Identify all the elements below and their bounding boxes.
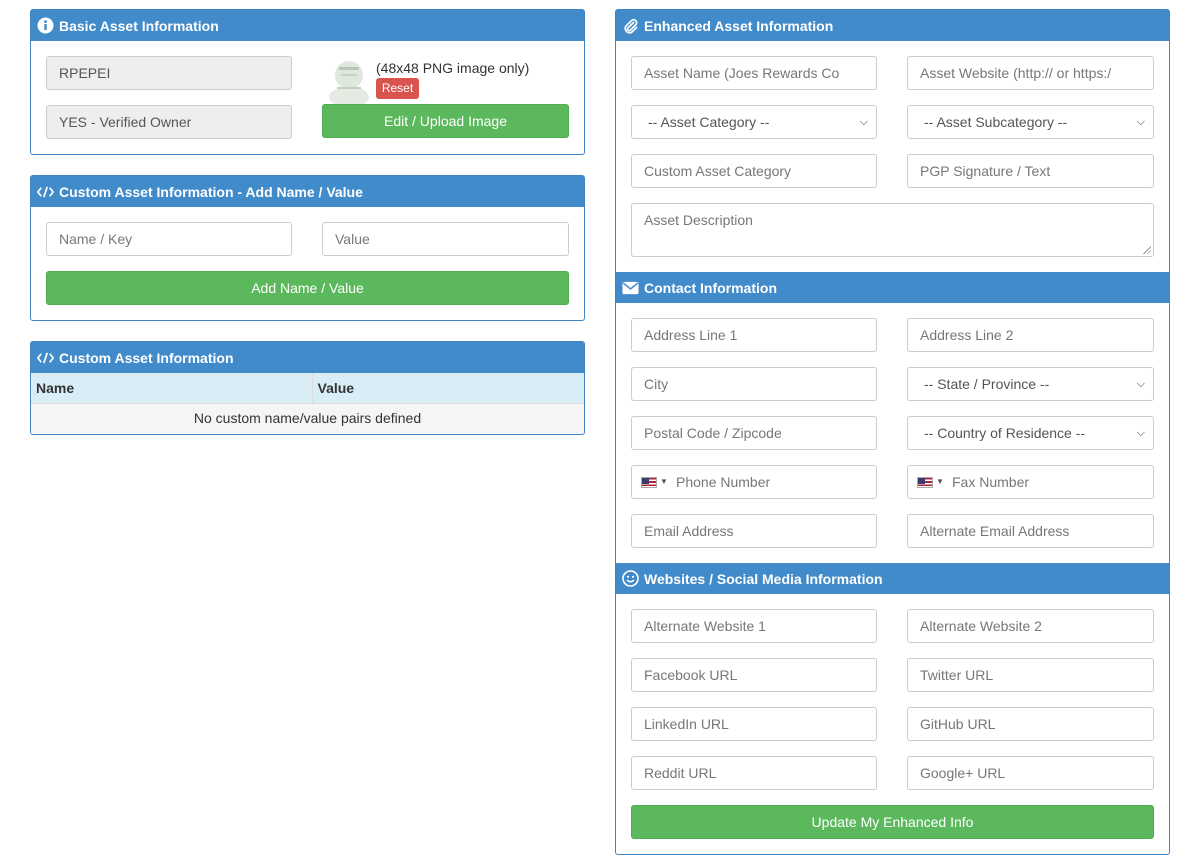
postal-code-input[interactable]: Postal Code / Zipcode (631, 416, 877, 450)
custom-add-panel: Custom Asset Information - Add Name / Va… (30, 175, 585, 321)
asset-description-textarea[interactable]: Asset Description (631, 203, 1154, 257)
reset-image-button[interactable]: Reset (376, 78, 419, 99)
envelope-icon (622, 279, 639, 296)
social-title: Websites / Social Media Information (644, 570, 883, 587)
chevron-down-icon: ⌵ (1136, 378, 1145, 390)
city-input[interactable]: City (631, 367, 877, 401)
custom-list-heading: Custom Asset Information (31, 342, 584, 373)
phone-placeholder: Phone Number (676, 474, 771, 490)
chevron-down-icon: ⌵ (1136, 116, 1145, 128)
googleplus-url-input[interactable]: Google+ URL (907, 756, 1154, 790)
basic-asset-panel: Basic Asset Information RPEPEI YES - Ver… (30, 9, 585, 155)
enhanced-asset-heading: Enhanced Asset Information (616, 10, 1169, 41)
reddit-url-input[interactable]: Reddit URL (631, 756, 877, 790)
address-line2-input[interactable]: Address Line 2 (907, 318, 1154, 352)
contact-title: Contact Information (644, 279, 777, 296)
asset-subcategory-value: -- Asset Subcategory -- (924, 114, 1068, 130)
info-icon (37, 17, 54, 34)
name-key-input[interactable]: Name / Key (46, 222, 292, 256)
column-header-name: Name (31, 373, 312, 404)
custom-list-title: Custom Asset Information (59, 349, 234, 366)
enhanced-asset-panel: Enhanced Asset Information Asset Name (J… (615, 9, 1170, 855)
asset-subcategory-select[interactable]: -- Asset Subcategory -- ⌵ (907, 105, 1154, 139)
custom-pairs-table: Name Value No custom name/value pairs de… (31, 373, 584, 433)
chevron-down-icon: ⌵ (859, 116, 868, 128)
update-enhanced-info-button[interactable]: Update My Enhanced Info (631, 805, 1154, 839)
verified-owner-field[interactable]: YES - Verified Owner (46, 105, 292, 139)
basic-asset-heading: Basic Asset Information (31, 10, 584, 41)
value-textarea[interactable]: Value (322, 222, 569, 256)
paperclip-icon (622, 17, 639, 34)
enhanced-asset-title: Enhanced Asset Information (644, 17, 834, 34)
pgp-signature-input[interactable]: PGP Signature / Text (907, 154, 1154, 188)
add-name-value-button[interactable]: Add Name / Value (46, 271, 569, 305)
fax-number-input[interactable]: ▼ Fax Number (907, 465, 1154, 499)
alt-website2-input[interactable]: Alternate Website 2 (907, 609, 1154, 643)
table-row: No custom name/value pairs defined (31, 403, 584, 433)
asset-code-field[interactable]: RPEPEI (46, 56, 292, 90)
asset-image (323, 57, 371, 107)
social-heading: Websites / Social Media Information (616, 563, 1169, 594)
contact-heading: Contact Information (616, 272, 1169, 303)
country-select[interactable]: -- Country of Residence -- ⌵ (907, 416, 1154, 450)
fax-placeholder: Fax Number (952, 474, 1030, 490)
address-line1-input[interactable]: Address Line 1 (631, 318, 877, 352)
smiley-icon (622, 570, 639, 587)
resize-handle-icon[interactable] (1143, 246, 1151, 254)
state-select[interactable]: -- State / Province -- ⌵ (907, 367, 1154, 401)
upload-image-button[interactable]: Edit / Upload Image (322, 104, 569, 138)
empty-message: No custom name/value pairs defined (31, 403, 584, 433)
asset-website-input[interactable]: Asset Website (http:// or https:/ (907, 56, 1154, 90)
table-header-row: Name Value (31, 373, 584, 404)
asset-name-input[interactable]: Asset Name (Joes Rewards Co (631, 56, 877, 90)
alt-email-input[interactable]: Alternate Email Address (907, 514, 1154, 548)
email-input[interactable]: Email Address (631, 514, 877, 548)
asset-category-value: -- Asset Category -- (648, 114, 770, 130)
country-select-value: -- Country of Residence -- (924, 425, 1086, 441)
github-url-input[interactable]: GitHub URL (907, 707, 1154, 741)
asset-description-placeholder: Asset Description (644, 212, 753, 228)
column-header-value: Value (311, 373, 584, 404)
alt-website1-input[interactable]: Alternate Website 1 (631, 609, 877, 643)
basic-asset-title: Basic Asset Information (59, 17, 219, 34)
us-flag-icon[interactable] (917, 477, 933, 488)
state-select-value: -- State / Province -- (924, 376, 1050, 392)
twitter-url-input[interactable]: Twitter URL (907, 658, 1154, 692)
caret-down-icon[interactable]: ▼ (936, 466, 944, 498)
chevron-down-icon: ⌵ (1136, 427, 1145, 439)
code-icon (37, 183, 54, 200)
custom-category-input[interactable]: Custom Asset Category (631, 154, 877, 188)
custom-list-panel: Custom Asset Information Name Value No c… (30, 341, 585, 435)
caret-down-icon[interactable]: ▼ (660, 466, 668, 498)
custom-add-heading: Custom Asset Information - Add Name / Va… (31, 176, 584, 207)
asset-category-select[interactable]: -- Asset Category -- ⌵ (631, 105, 877, 139)
code-icon (37, 349, 54, 366)
image-note: (48x48 PNG image only) (376, 60, 530, 76)
linkedin-url-input[interactable]: LinkedIn URL (631, 707, 877, 741)
phone-number-input[interactable]: ▼ Phone Number (631, 465, 877, 499)
facebook-url-input[interactable]: Facebook URL (631, 658, 877, 692)
custom-add-title: Custom Asset Information - Add Name / Va… (59, 183, 363, 200)
us-flag-icon[interactable] (641, 477, 657, 488)
